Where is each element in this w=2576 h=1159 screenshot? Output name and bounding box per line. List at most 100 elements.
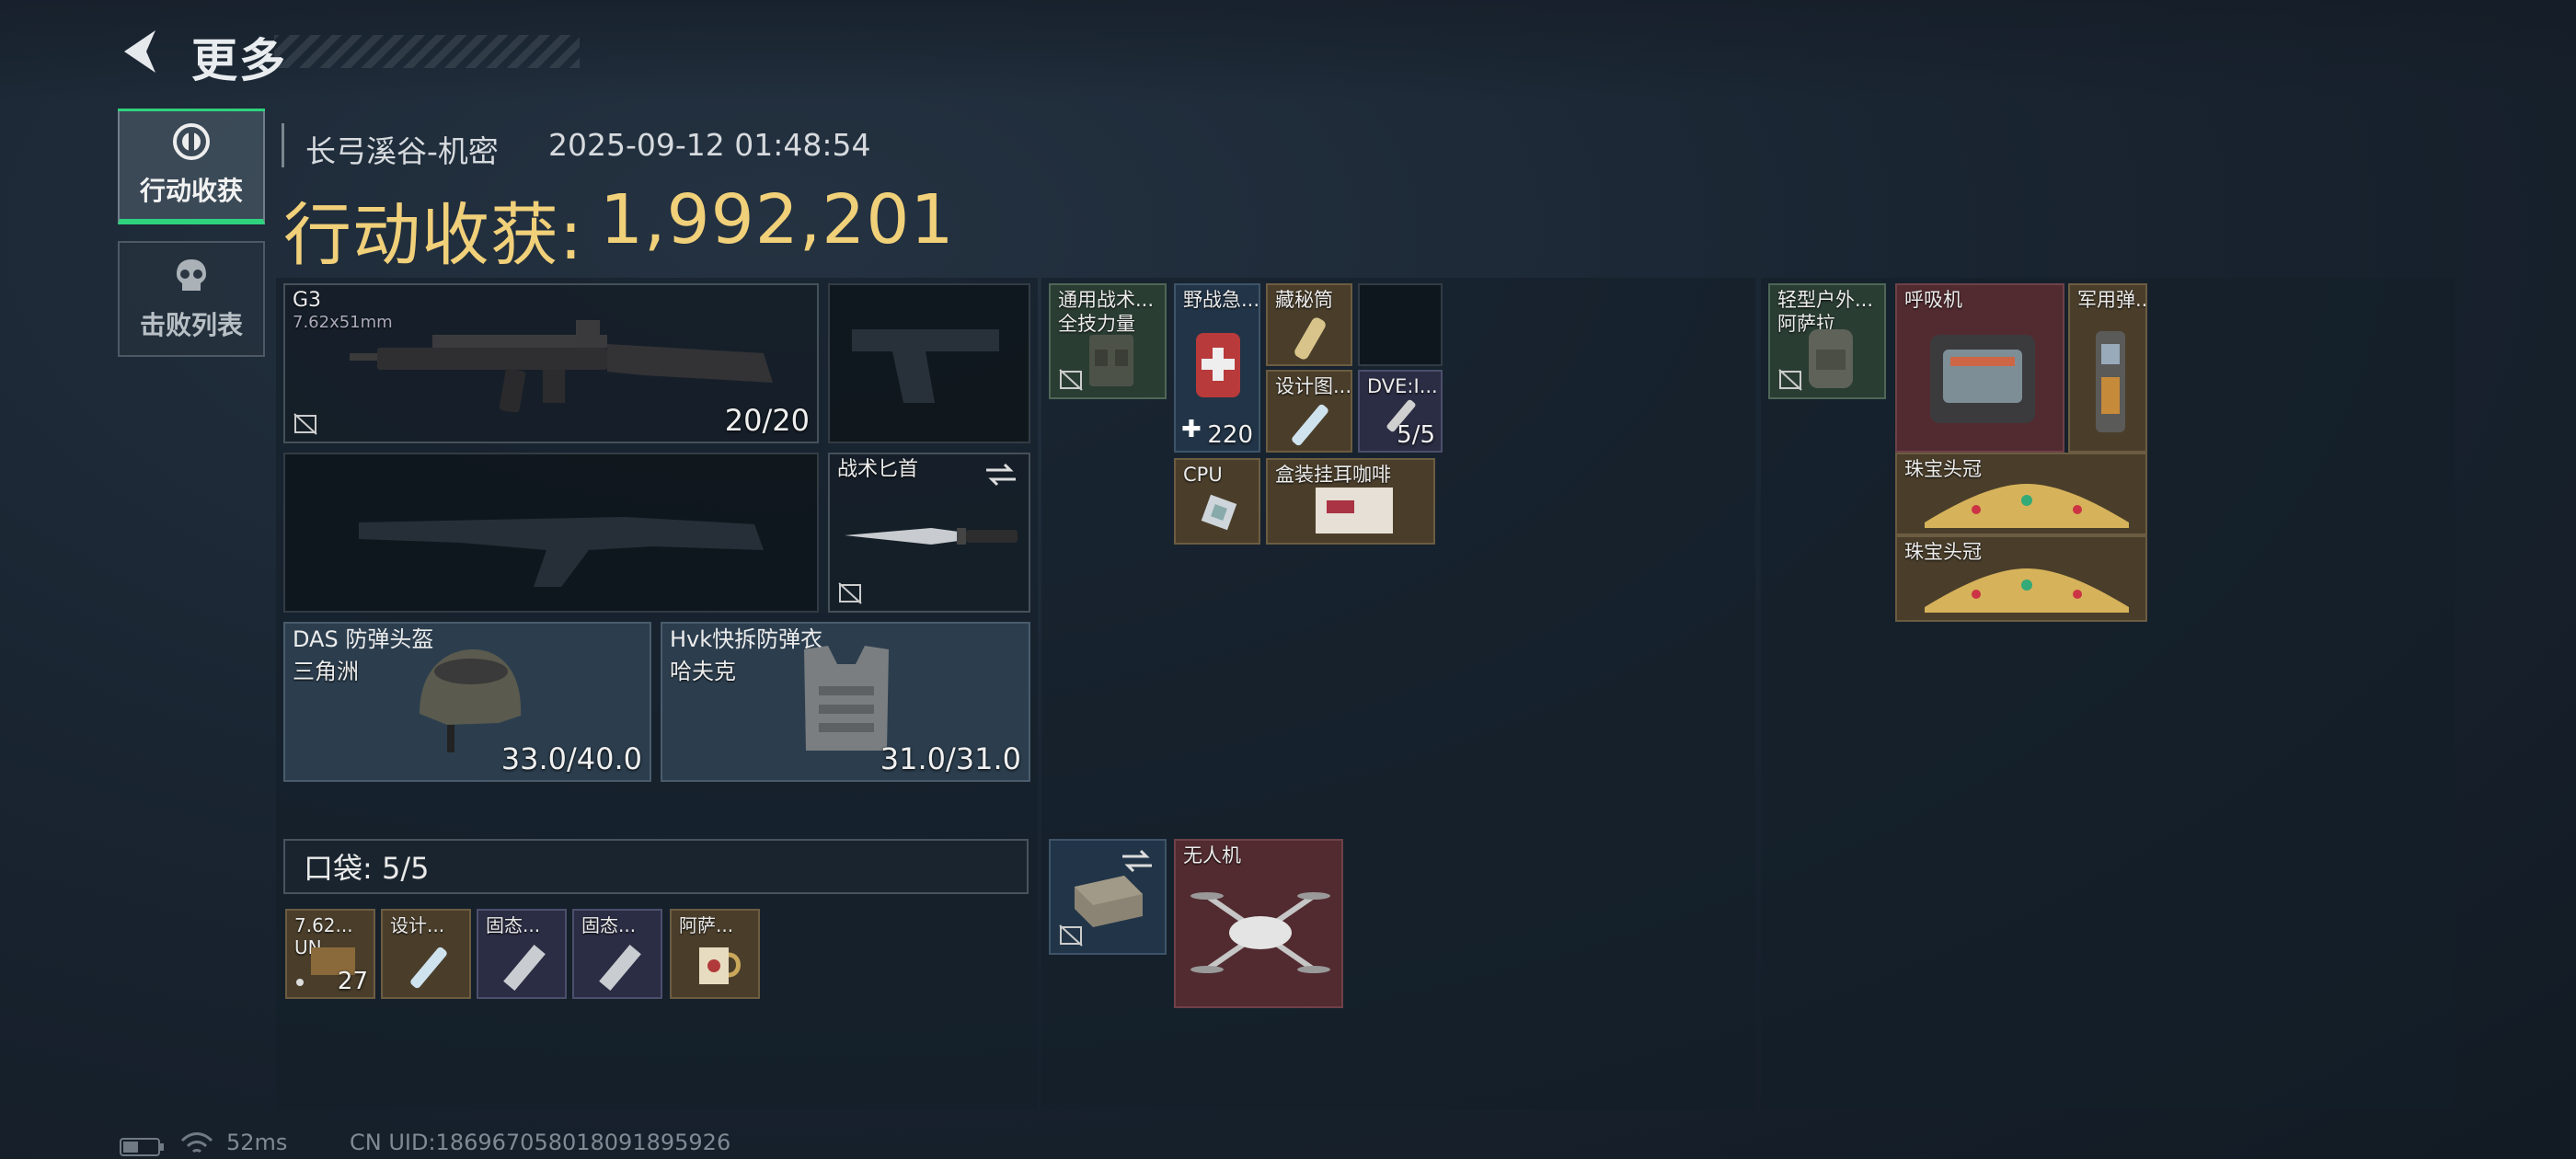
rig-item-blueprint[interactable]: 设计图... bbox=[1266, 370, 1352, 453]
tab-kills-label: 击败列表 bbox=[139, 310, 243, 340]
ammo-tester-icon bbox=[2096, 331, 2125, 432]
raid-datetime: 2025-09-12 01:48:54 bbox=[548, 127, 871, 163]
plus-icon: ✚ bbox=[1181, 416, 1202, 443]
rig-item-name: DVE:I... bbox=[1367, 375, 1438, 397]
backpack-item-name: 呼吸机 bbox=[1904, 289, 1962, 311]
pocket-item-name: 固态... bbox=[581, 914, 637, 936]
rig-item-count: 5/5 bbox=[1397, 421, 1435, 449]
battery-icon bbox=[120, 1138, 164, 1156]
map-name: 长弓溪谷-机密 bbox=[305, 133, 499, 169]
backpack-item-name: 军用弹... bbox=[2077, 289, 2147, 311]
rig-item-tube[interactable]: 藏秘筒 bbox=[1266, 283, 1352, 366]
loot-value-amount: 1,992,201 bbox=[599, 180, 955, 259]
pocket-item-name: 固态... bbox=[486, 914, 541, 936]
loot-value: 行动收获: 1,992,201 bbox=[283, 180, 955, 279]
pocket-item-name: 7.62... bbox=[294, 914, 353, 936]
chest-rig-icon bbox=[1089, 335, 1133, 386]
backpack-slot[interactable]: 轻型户外... 阿萨拉 bbox=[1768, 283, 1886, 399]
back-button[interactable] bbox=[118, 26, 164, 77]
no-insurance-icon bbox=[838, 582, 862, 604]
skull-icon bbox=[177, 259, 206, 291]
rifle-placeholder-icon bbox=[359, 517, 764, 587]
no-insurance-icon bbox=[293, 413, 317, 435]
helmet-slot[interactable]: DAS 防弹头盔 三角洲 33.0/40.0 bbox=[283, 622, 651, 782]
blueprint-tube-icon bbox=[410, 947, 447, 989]
rig-item-medkit[interactable]: 野战急... ✚ 220 bbox=[1174, 283, 1260, 453]
pocket-item-ssd[interactable]: 固态... bbox=[572, 909, 662, 999]
tiara-icon bbox=[1925, 484, 2129, 528]
pocket-header: 口袋: 5/5 bbox=[283, 839, 1029, 894]
wifi-icon bbox=[180, 1132, 213, 1153]
backpack-item-respirator[interactable]: 呼吸机 bbox=[1895, 283, 2064, 453]
canister-icon bbox=[1294, 317, 1326, 360]
rifle-icon bbox=[350, 320, 773, 412]
blueprint-tube-icon bbox=[1292, 404, 1328, 446]
pistol-placeholder-icon bbox=[852, 329, 999, 403]
chest-rig-slot[interactable]: 通用战术... 全技力量 bbox=[1049, 283, 1167, 399]
tab-loot[interactable]: 行动收获 bbox=[118, 109, 265, 224]
armor-faction: 哈夫克 bbox=[670, 659, 736, 684]
tab-kills[interactable]: 击败列表 bbox=[118, 241, 265, 357]
rig-item-coffee[interactable]: 盒装挂耳咖啡 bbox=[1266, 458, 1435, 545]
no-insurance-icon bbox=[1778, 369, 1802, 391]
armor-slot[interactable]: Hvk快拆防弹衣 哈夫克 31.0/31.0 bbox=[661, 622, 1030, 782]
rig-item-name: 藏秘筒 bbox=[1275, 289, 1333, 311]
ammo-dot-icon bbox=[296, 979, 304, 986]
info-separator bbox=[282, 123, 284, 167]
no-insurance-icon bbox=[1059, 924, 1083, 947]
pocket-item-blueprint[interactable]: 设计... bbox=[381, 909, 471, 999]
pocket-item-name: 阿萨... bbox=[679, 914, 734, 936]
primary-weapon-slot[interactable]: G3 7.62x51mm 20/20 bbox=[283, 283, 819, 443]
rig-slot-empty[interactable] bbox=[1358, 283, 1443, 366]
ssd-icon bbox=[599, 944, 641, 992]
pocket-item-mug[interactable]: 阿萨... bbox=[670, 909, 760, 999]
loot-value-label: 行动收获: bbox=[283, 196, 583, 275]
coffee-box-icon bbox=[1316, 488, 1393, 534]
pocket-item-ssd[interactable]: 固态... bbox=[477, 909, 567, 999]
loot-target-icon bbox=[173, 123, 210, 160]
rig-item-injector[interactable]: DVE:I... 5/5 bbox=[1358, 370, 1443, 453]
primary-weapon-ammo: 20/20 bbox=[724, 403, 810, 438]
back-arrow-icon bbox=[124, 30, 155, 73]
title-stripe bbox=[274, 35, 580, 68]
knife-slot[interactable]: 战术匕首 bbox=[828, 453, 1030, 613]
ssd-icon bbox=[503, 944, 546, 992]
rig-item-name: CPU bbox=[1183, 464, 1223, 486]
backpack-item-ammo-tester[interactable]: 军用弹... bbox=[2068, 283, 2147, 453]
rig-item-count: 220 bbox=[1207, 421, 1253, 449]
uid-readout: CN UID:186967058018091895926 bbox=[350, 1130, 731, 1155]
secure-case-slot[interactable] bbox=[1049, 839, 1167, 955]
backpack-item-tiara[interactable]: 珠宝头冠 bbox=[1895, 453, 2147, 535]
mug-icon bbox=[699, 947, 741, 984]
helmet-durability: 33.0/40.0 bbox=[500, 741, 642, 776]
cpu-chip-icon bbox=[1201, 494, 1237, 531]
pistol-slot-empty[interactable] bbox=[828, 283, 1030, 443]
page-title: 更多 bbox=[191, 34, 287, 87]
backpack-name: 轻型户外... bbox=[1777, 289, 1874, 311]
secondary-weapon-slot-empty[interactable] bbox=[283, 453, 819, 613]
backpack-icon bbox=[1809, 329, 1853, 388]
knife-name: 战术匕首 bbox=[837, 458, 919, 481]
no-insurance-icon bbox=[1059, 369, 1083, 391]
pocket-item-ammo[interactable]: 7.62... UN... 27 bbox=[285, 909, 375, 999]
knife-icon bbox=[845, 528, 1018, 545]
tiara-icon bbox=[1925, 568, 2129, 613]
rig-item-name: 野战急... bbox=[1183, 289, 1260, 311]
chest-rig-name: 通用战术... bbox=[1058, 289, 1155, 311]
secure-item-drone[interactable]: 无人机 bbox=[1174, 839, 1343, 1008]
rig-item-name: 设计图... bbox=[1275, 375, 1352, 397]
respirator-machine-icon bbox=[1930, 335, 2035, 423]
secure-item-name: 无人机 bbox=[1183, 844, 1241, 866]
swap-icon bbox=[986, 463, 1016, 487]
primary-weapon-name: G3 bbox=[293, 289, 322, 312]
medkit-icon bbox=[1196, 333, 1240, 397]
helmet-faction: 三角洲 bbox=[293, 659, 359, 684]
armor-durability: 31.0/31.0 bbox=[880, 741, 1021, 776]
drone-icon bbox=[1190, 892, 1330, 973]
pocket-item-name: 设计... bbox=[390, 914, 445, 936]
tab-loot-label: 行动收获 bbox=[139, 176, 243, 206]
rig-item-cpu[interactable]: CPU bbox=[1174, 458, 1260, 545]
backpack-item-tiara[interactable]: 珠宝头冠 bbox=[1895, 535, 2147, 622]
ping-readout: 52ms bbox=[226, 1130, 288, 1155]
pocket-item-count: 27 bbox=[337, 968, 368, 995]
